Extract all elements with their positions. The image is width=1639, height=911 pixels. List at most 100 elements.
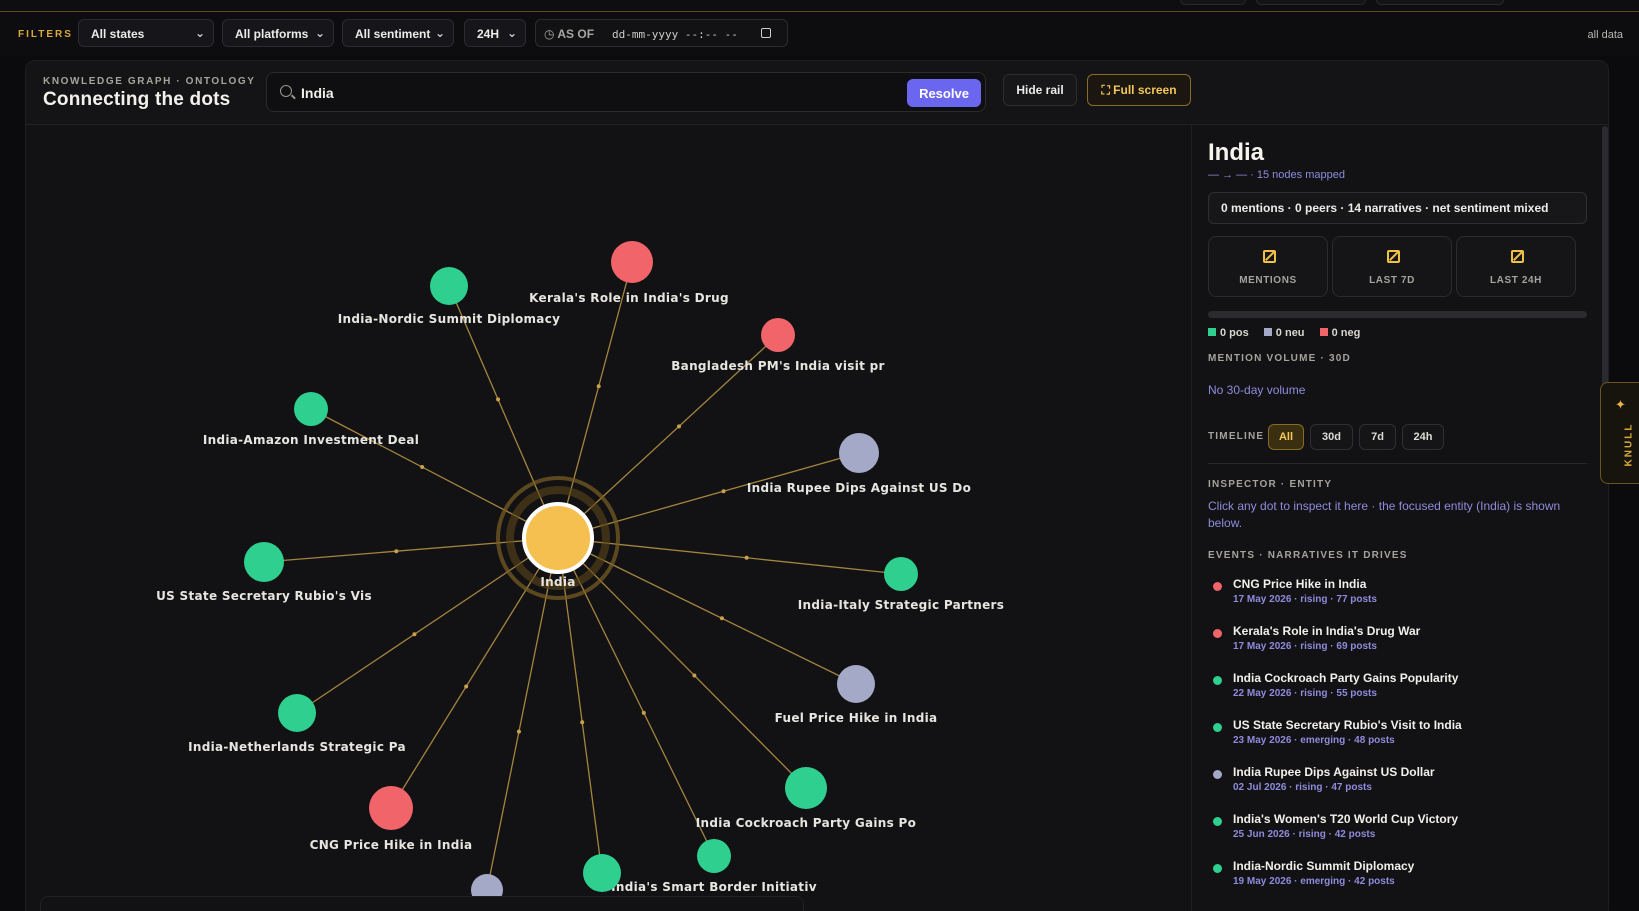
edge-midpoint (464, 684, 469, 689)
sentiment-select[interactable]: All sentiment ⌄ (342, 19, 454, 47)
event-meta: 25 Jun 2026 · rising · 42 posts (1233, 829, 1376, 840)
edge-midpoint (420, 465, 425, 470)
graph-node-label: India-Italy Strategic Partners (798, 598, 1004, 612)
graph-node[interactable] (839, 433, 879, 473)
volume-heading: MENTION VOLUME · 30D (1208, 353, 1351, 364)
graph-edge (486, 537, 559, 891)
as-of-input[interactable]: dd-mm-yyyy --:-- -- (612, 28, 738, 41)
no-data-icon (1511, 250, 1524, 263)
entity-subtitle: — → — · 15 nodes mapped (1208, 169, 1345, 181)
top-strip (0, 0, 1639, 12)
center-node[interactable] (522, 502, 594, 574)
edge-midpoint (677, 424, 681, 429)
divider (1208, 463, 1587, 464)
graph-node[interactable] (369, 786, 413, 830)
filter-bar: FILTERS All states ⌄ All platforms ⌄ All s… (0, 12, 1639, 56)
entity-title: India (1208, 139, 1265, 166)
sentiment-dot (1213, 582, 1222, 591)
top-tab[interactable] (1376, 0, 1504, 5)
sentiment-dot (1213, 817, 1222, 826)
graph-node-label: India Rupee Dips Against US Do (747, 481, 971, 495)
no-data-icon (1263, 250, 1276, 263)
graph-svg[interactable]: India Kerala's Role in India's Drug India-… (26, 125, 1191, 911)
assistant-tab-label: KNULL (1623, 422, 1635, 467)
hide-rail-button[interactable]: Hide rail (1003, 74, 1077, 106)
graph-node[interactable] (278, 694, 316, 732)
as-of-picker[interactable]: ◷ AS OF dd-mm-yyyy --:-- -- (535, 19, 788, 47)
sentiment-legend: 0 pos 0 neu 0 neg (1208, 327, 1372, 339)
graph-node[interactable] (294, 392, 328, 426)
chevron-down-icon: ⌄ (434, 26, 445, 40)
search-icon (280, 85, 292, 97)
top-tab[interactable] (1180, 0, 1246, 5)
platform-select[interactable]: All platforms ⌄ (222, 19, 334, 47)
event-meta: 23 May 2026 · emerging · 48 posts (1233, 735, 1395, 746)
graph-node-label: Kerala's Role in India's Drug (529, 291, 729, 305)
sentiment-dot (1213, 629, 1222, 638)
scrollbar[interactable] (1602, 126, 1608, 426)
entity-search: Resolve (266, 72, 986, 112)
state-select[interactable]: All states ⌄ (78, 19, 214, 47)
events-list: CNG Price Hike in India 17 May 2026 · ris… (1208, 577, 1598, 906)
page-title: Connecting the dots (43, 89, 231, 110)
events-heading: EVENTS · NARRATIVES IT DRIVES (1208, 550, 1408, 561)
search-input[interactable] (301, 82, 881, 104)
edge-midpoint (641, 710, 646, 715)
graph-node[interactable] (583, 854, 621, 892)
edge-midpoint (744, 555, 749, 560)
resolve-button[interactable]: Resolve (907, 79, 981, 107)
edge-midpoint (516, 729, 521, 734)
timeline-30d[interactable]: 30d (1310, 424, 1353, 450)
top-tab[interactable] (1256, 0, 1366, 5)
event-item[interactable]: India's Women's T20 World Cup Victory 25 … (1208, 812, 1598, 859)
timeline-heading: TIMELINE (1208, 431, 1265, 442)
full-screen-button[interactable]: ⛶ Full screen (1087, 74, 1191, 106)
event-item[interactable]: India-Nordic Summit Diplomacy 19 May 2026… (1208, 859, 1598, 906)
event-item[interactable]: India Rupee Dips Against US Dollar 02 Jul… (1208, 765, 1598, 812)
legend-pos: 0 pos (1208, 327, 1249, 339)
event-item[interactable]: India Cockroach Party Gains Popularity 22… (1208, 671, 1598, 718)
legend-pos-text: 0 pos (1220, 327, 1249, 339)
graph-node[interactable] (761, 318, 795, 352)
graph-node-label: India's Smart Border Initiativ (611, 880, 817, 894)
graph-node[interactable] (611, 241, 653, 283)
neg-swatch (1319, 328, 1328, 336)
event-item[interactable]: US State Secretary Rubio's Visit to Indi… (1208, 718, 1598, 765)
graph-node[interactable] (785, 767, 827, 809)
graph-node-label: India Cockroach Party Gains Po (696, 816, 916, 830)
edge-midpoint (692, 673, 697, 678)
chevron-down-icon: ⌄ (506, 26, 517, 40)
timeline-all[interactable]: All (1268, 424, 1304, 450)
graph-node[interactable] (837, 665, 875, 703)
sentiment-dot (1213, 864, 1222, 873)
inspector-rail: India — → — · 15 nodes mapped 0 mentions… (1191, 125, 1608, 911)
edge-midpoint (394, 549, 399, 554)
graph-node-label: Bangladesh PM's India visit pr (671, 359, 885, 373)
event-title: India's Women's T20 World Cup Victory (1233, 812, 1459, 826)
graph-node[interactable] (430, 267, 468, 305)
graph-node[interactable] (244, 542, 284, 582)
graph-canvas[interactable]: India Kerala's Role in India's Drug India-… (26, 125, 1191, 911)
volume-empty: No 30-day volume (1208, 383, 1306, 397)
timeline-24h[interactable]: 24h (1402, 424, 1444, 450)
graph-node[interactable] (884, 557, 918, 591)
event-item[interactable]: CNG Price Hike in India 17 May 2026 · ris… (1208, 577, 1598, 624)
event-title: CNG Price Hike in India (1233, 577, 1367, 591)
as-of-label: ◷ AS OF (544, 27, 595, 41)
filters-label: FILTERS (18, 29, 73, 40)
inspector-heading: INSPECTOR · ENTITY (1208, 479, 1333, 490)
assistant-tab[interactable]: ✦ KNULL (1600, 382, 1639, 484)
state-select-value: All states (91, 27, 145, 41)
legend-neu-text: 0 neu (1275, 327, 1305, 339)
event-meta: 17 May 2026 · rising · 69 posts (1233, 641, 1377, 652)
timeline-7d[interactable]: 7d (1359, 424, 1396, 450)
sentiment-dot (1213, 723, 1222, 732)
graph-node-label: US State Secretary Rubio's Vis (156, 589, 372, 603)
window-select[interactable]: 24H ⌄ (464, 19, 526, 47)
graph-node[interactable] (697, 839, 731, 873)
sentiment-dot (1213, 770, 1222, 779)
calendar-icon[interactable] (761, 28, 771, 38)
center-node-label: India (540, 575, 575, 589)
event-item[interactable]: Kerala's Role in India's Drug War 17 May … (1208, 624, 1598, 671)
graph-node-label: Fuel Price Hike in India (775, 711, 938, 725)
